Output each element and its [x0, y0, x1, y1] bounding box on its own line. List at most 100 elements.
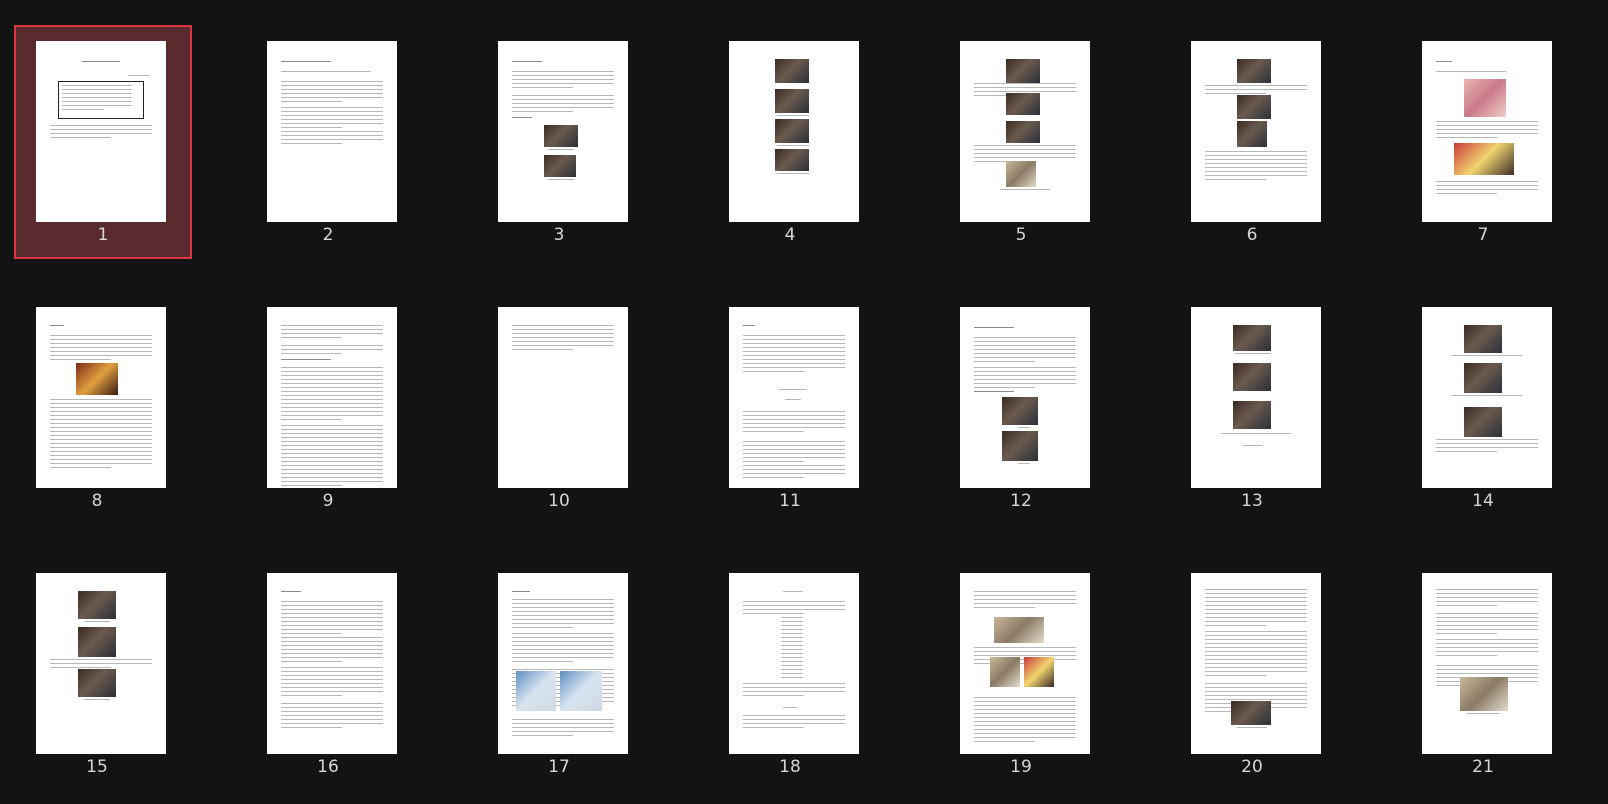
page-thumbnail[interactable]: 5	[938, 25, 1116, 259]
text-line	[281, 93, 383, 94]
text-line	[281, 625, 383, 626]
text-line	[783, 591, 803, 592]
photo-thumbnail	[78, 591, 116, 619]
photo-thumbnail	[775, 89, 809, 113]
page-number-label: 14	[1472, 491, 1494, 511]
text-line	[1237, 727, 1267, 728]
page-thumbnail[interactable]: 11	[707, 291, 885, 525]
page-preview	[498, 41, 628, 222]
text-line	[512, 325, 614, 326]
text-line	[743, 355, 845, 356]
page-thumbnail[interactable]: 14	[1400, 291, 1578, 525]
page-thumbnail[interactable]: 4	[707, 25, 885, 259]
text-line	[974, 737, 1076, 738]
page-thumbnail[interactable]: 13	[1169, 291, 1347, 525]
photo-thumbnail	[1237, 95, 1271, 119]
text-line	[1235, 353, 1271, 354]
text-line	[50, 439, 152, 440]
text-line	[1205, 589, 1307, 590]
text-line	[281, 399, 383, 400]
text-line	[281, 85, 383, 86]
page-thumbnail[interactable]: 10	[476, 291, 654, 525]
text-line	[1205, 631, 1307, 632]
text-line	[50, 129, 152, 130]
page-thumbnail[interactable]: 3	[476, 25, 654, 259]
page-thumbnail-grid: 1 2 3 4 5 6 7 8 9 10 11 12 13 14 15 16 17 18 19 20 21	[0, 0, 1608, 804]
page-thumbnail[interactable]: 9	[245, 291, 423, 525]
text-line	[281, 391, 383, 392]
text-line	[281, 449, 383, 450]
text-line	[50, 343, 152, 344]
text-line	[743, 339, 845, 340]
page-thumbnail[interactable]: 17	[476, 557, 654, 791]
text-line	[974, 371, 1076, 372]
text-line	[281, 683, 383, 684]
text-line	[281, 135, 383, 136]
text-line	[50, 325, 64, 326]
text-line	[50, 355, 152, 356]
text-line	[281, 715, 383, 716]
text-line	[281, 723, 383, 724]
page-thumbnail[interactable]: 19	[938, 557, 1116, 791]
text-line	[281, 371, 383, 372]
text-line	[974, 153, 1076, 154]
page-thumbnail[interactable]: 16	[245, 557, 423, 791]
text-line	[281, 707, 383, 708]
text-line	[281, 695, 342, 696]
text-line	[974, 713, 1076, 714]
text-line	[281, 111, 383, 112]
page-preview	[36, 307, 166, 488]
photo-thumbnail	[1464, 407, 1502, 437]
text-line	[281, 127, 342, 128]
text-line	[1205, 89, 1307, 90]
text-line	[281, 457, 383, 458]
text-line	[781, 673, 803, 674]
text-line	[781, 629, 803, 630]
text-line	[743, 719, 845, 720]
page-thumbnail[interactable]: 21	[1400, 557, 1578, 791]
text-line	[1436, 451, 1497, 452]
text-line	[281, 445, 383, 446]
text-line	[281, 71, 371, 72]
text-line	[281, 629, 383, 630]
page-number-label: 1	[97, 225, 109, 245]
text-line	[512, 83, 614, 84]
text-line	[1205, 663, 1307, 664]
page-preview	[1422, 41, 1552, 222]
page-thumbnail[interactable]: 8	[14, 291, 192, 525]
text-line	[281, 469, 383, 470]
text-line	[974, 725, 1076, 726]
page-number-label: 15	[86, 757, 108, 777]
text-line	[281, 359, 331, 360]
text-line	[743, 453, 845, 454]
text-line	[281, 419, 342, 420]
page-thumbnail[interactable]: 1	[14, 25, 192, 259]
text-line	[779, 389, 807, 390]
text-line	[512, 669, 614, 670]
page-thumbnail[interactable]: 20	[1169, 557, 1347, 791]
text-line	[281, 333, 383, 334]
photo-thumbnail	[775, 149, 809, 171]
page-thumbnail[interactable]: 18	[707, 557, 885, 791]
text-line	[974, 341, 1076, 342]
text-line	[743, 473, 845, 474]
text-line	[1205, 617, 1307, 618]
photo-thumbnail	[1233, 325, 1271, 351]
page-preview	[267, 573, 397, 754]
page-thumbnail[interactable]: 2	[245, 25, 423, 259]
text-line	[84, 621, 110, 622]
text-line	[128, 75, 150, 76]
page-thumbnail[interactable]: 6	[1169, 25, 1347, 259]
text-line	[781, 625, 803, 626]
photo-thumbnail	[1464, 363, 1502, 393]
text-line	[743, 367, 845, 368]
page-thumbnail[interactable]: 15	[14, 557, 192, 791]
text-line	[1436, 593, 1538, 594]
page-thumbnail[interactable]: 12	[938, 291, 1116, 525]
text-line	[1018, 463, 1030, 464]
page-thumbnail[interactable]: 7	[1400, 25, 1578, 259]
text-line	[781, 649, 803, 650]
text-line	[512, 735, 573, 736]
text-line	[1205, 671, 1307, 672]
text-line	[281, 679, 383, 680]
